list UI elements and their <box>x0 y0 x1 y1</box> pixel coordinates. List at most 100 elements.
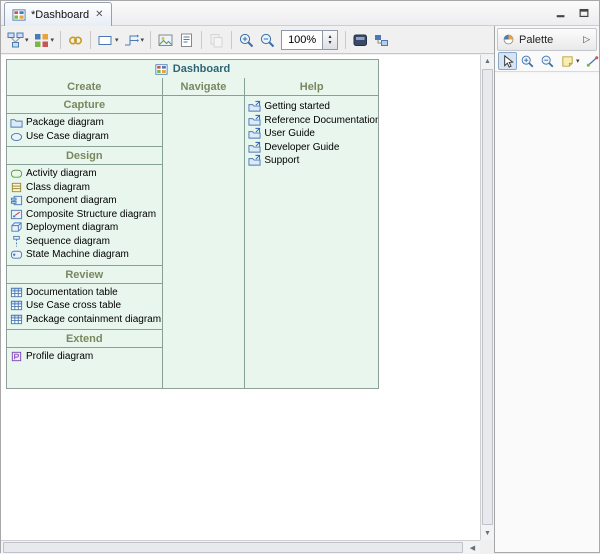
appearance-icon <box>178 32 195 49</box>
window-buttons <box>553 6 591 19</box>
zoom-out-button[interactable] <box>257 29 278 51</box>
create-package-containment-diagram[interactable]: Package containment diagram <box>7 313 162 327</box>
create-class-diagram[interactable]: Class diagram <box>7 181 162 195</box>
dashboard-title: Dashboard <box>173 63 230 75</box>
use-case-diagram-icon <box>10 130 23 143</box>
help-items: Getting started Reference Documentation … <box>245 96 378 168</box>
palette-expand-icon[interactable]: ▷ <box>581 34 592 45</box>
toolbar-separator <box>201 31 202 49</box>
scroll-up-icon[interactable]: ▲ <box>481 55 494 68</box>
help-getting-started[interactable]: Getting started <box>245 100 378 114</box>
close-icon[interactable]: ✕ <box>94 9 104 20</box>
shape-style-dropdown-button[interactable]: ▾ <box>95 29 121 51</box>
zoom-spinner[interactable]: ▴ ▾ <box>322 31 337 49</box>
copy-button[interactable] <box>206 29 227 51</box>
vertical-scroll-thumb[interactable] <box>482 69 493 525</box>
zoom-value[interactable]: 100% <box>282 31 322 49</box>
item-label: Developer Guide <box>264 142 339 153</box>
create-composite-structure-diagram[interactable]: Composite Structure diagram <box>7 208 162 222</box>
minimize-button[interactable] <box>553 6 568 19</box>
create-use-case-cross-table[interactable]: Use Case cross table <box>7 299 162 313</box>
export-image-button[interactable] <box>155 29 176 51</box>
scroll-down-icon[interactable]: ▼ <box>481 527 494 540</box>
help-developer-guide[interactable]: Developer Guide <box>245 141 378 155</box>
properties-icon <box>352 32 369 49</box>
column-help: Help Getting started Reference Documenta… <box>244 78 378 388</box>
maximize-button[interactable] <box>576 6 591 19</box>
item-label: Composite Structure diagram <box>26 209 156 220</box>
item-label: User Guide <box>264 128 315 139</box>
sequence-diagram-icon <box>10 235 23 248</box>
zoom-in-icon <box>520 54 535 69</box>
horizontal-scrollbar[interactable]: ◀ ▶ <box>1 540 494 554</box>
item-label: Sequence diagram <box>26 236 110 247</box>
zoom-out-icon <box>259 32 276 49</box>
zoom-in-button[interactable] <box>236 29 257 51</box>
tab-title: *Dashboard <box>31 9 89 21</box>
create-documentation-table[interactable]: Documentation table <box>7 286 162 300</box>
connection-icon <box>585 54 600 69</box>
arrange-dropdown-button[interactable]: ▾ <box>5 29 31 51</box>
item-label: Reference Documentation <box>264 115 378 126</box>
item-label: Component diagram <box>26 195 117 206</box>
column-header-help: Help <box>245 78 378 96</box>
documentation-table-icon <box>10 286 23 299</box>
outline-button[interactable] <box>371 29 392 51</box>
horizontal-scroll-thumb[interactable] <box>3 542 463 553</box>
properties-button[interactable] <box>350 29 371 51</box>
dashboard-columns: Create Capture Package diagram Use Case … <box>7 78 378 388</box>
outline-icon <box>373 32 390 49</box>
line-routing-dropdown-icon <box>123 32 140 49</box>
create-profile-diagram[interactable]: Profile diagram <box>7 350 162 364</box>
create-component-diagram[interactable]: Component diagram <box>7 194 162 208</box>
item-label: Package containment diagram <box>26 314 161 325</box>
dashboard-widget: Dashboard Create Capture Package diagram <box>6 59 379 389</box>
section-header-capture: Capture <box>7 96 162 114</box>
toolbar-separator <box>90 31 91 49</box>
appearance-button[interactable] <box>176 29 197 51</box>
hyperlink-button[interactable] <box>65 29 86 51</box>
palette-body[interactable] <box>495 74 599 552</box>
spinner-down-icon[interactable]: ▾ <box>329 40 332 46</box>
help-folder-icon <box>248 114 261 127</box>
tab-dashboard[interactable]: *Dashboard ✕ <box>4 2 112 26</box>
palette-header[interactable]: Palette ▷ <box>497 28 597 51</box>
palette-icon <box>502 33 515 46</box>
shape-style-dropdown-icon <box>97 32 114 49</box>
create-state-machine-diagram[interactable]: State Machine diagram <box>7 248 162 262</box>
diagram-wizard-dropdown-button[interactable]: ▾ <box>31 29 57 51</box>
vertical-scrollbar[interactable]: ▲ ▼ <box>480 55 494 540</box>
state-machine-diagram-icon <box>10 248 23 261</box>
item-label: State Machine diagram <box>26 249 129 260</box>
select-tool[interactable] <box>498 52 517 70</box>
create-deployment-diagram[interactable]: Deployment diagram <box>7 221 162 235</box>
section-capture: Capture Package diagram Use Case diagram <box>7 96 162 147</box>
item-label: Deployment diagram <box>26 222 118 233</box>
connection-tool-dropdown[interactable]: ▾ <box>583 52 600 70</box>
zoom-combo[interactable]: 100% ▴ ▾ <box>281 30 338 50</box>
cursor-icon <box>500 54 515 69</box>
note-tool-dropdown[interactable]: ▾ <box>558 52 582 70</box>
create-use-case-diagram[interactable]: Use Case diagram <box>7 130 162 144</box>
help-support[interactable]: Support <box>245 154 378 168</box>
create-package-diagram[interactable]: Package diagram <box>7 116 162 130</box>
zoom-in-icon <box>238 32 255 49</box>
help-reference-documentation[interactable]: Reference Documentation <box>245 114 378 128</box>
toolbar-separator <box>345 31 346 49</box>
editor-tab-bar: *Dashboard ✕ <box>1 1 599 26</box>
help-folder-icon <box>248 141 261 154</box>
zoom-in-tool[interactable] <box>518 52 537 70</box>
use-case-cross-table-icon <box>10 299 23 312</box>
create-sequence-diagram[interactable]: Sequence diagram <box>7 235 162 249</box>
create-activity-diagram[interactable]: Activity diagram <box>7 167 162 181</box>
zoom-out-tool[interactable] <box>538 52 557 70</box>
help-folder-icon <box>248 100 261 113</box>
scroll-left-icon[interactable]: ◀ <box>466 541 479 554</box>
arrange-dropdown-icon <box>7 32 24 49</box>
help-folder-icon <box>248 127 261 140</box>
dashboard-tab-icon <box>12 8 26 22</box>
help-user-guide[interactable]: User Guide <box>245 127 378 141</box>
section-header-design: Design <box>7 147 162 165</box>
item-label: Activity diagram <box>26 168 97 179</box>
line-routing-dropdown-button[interactable]: ▾ <box>121 29 147 51</box>
